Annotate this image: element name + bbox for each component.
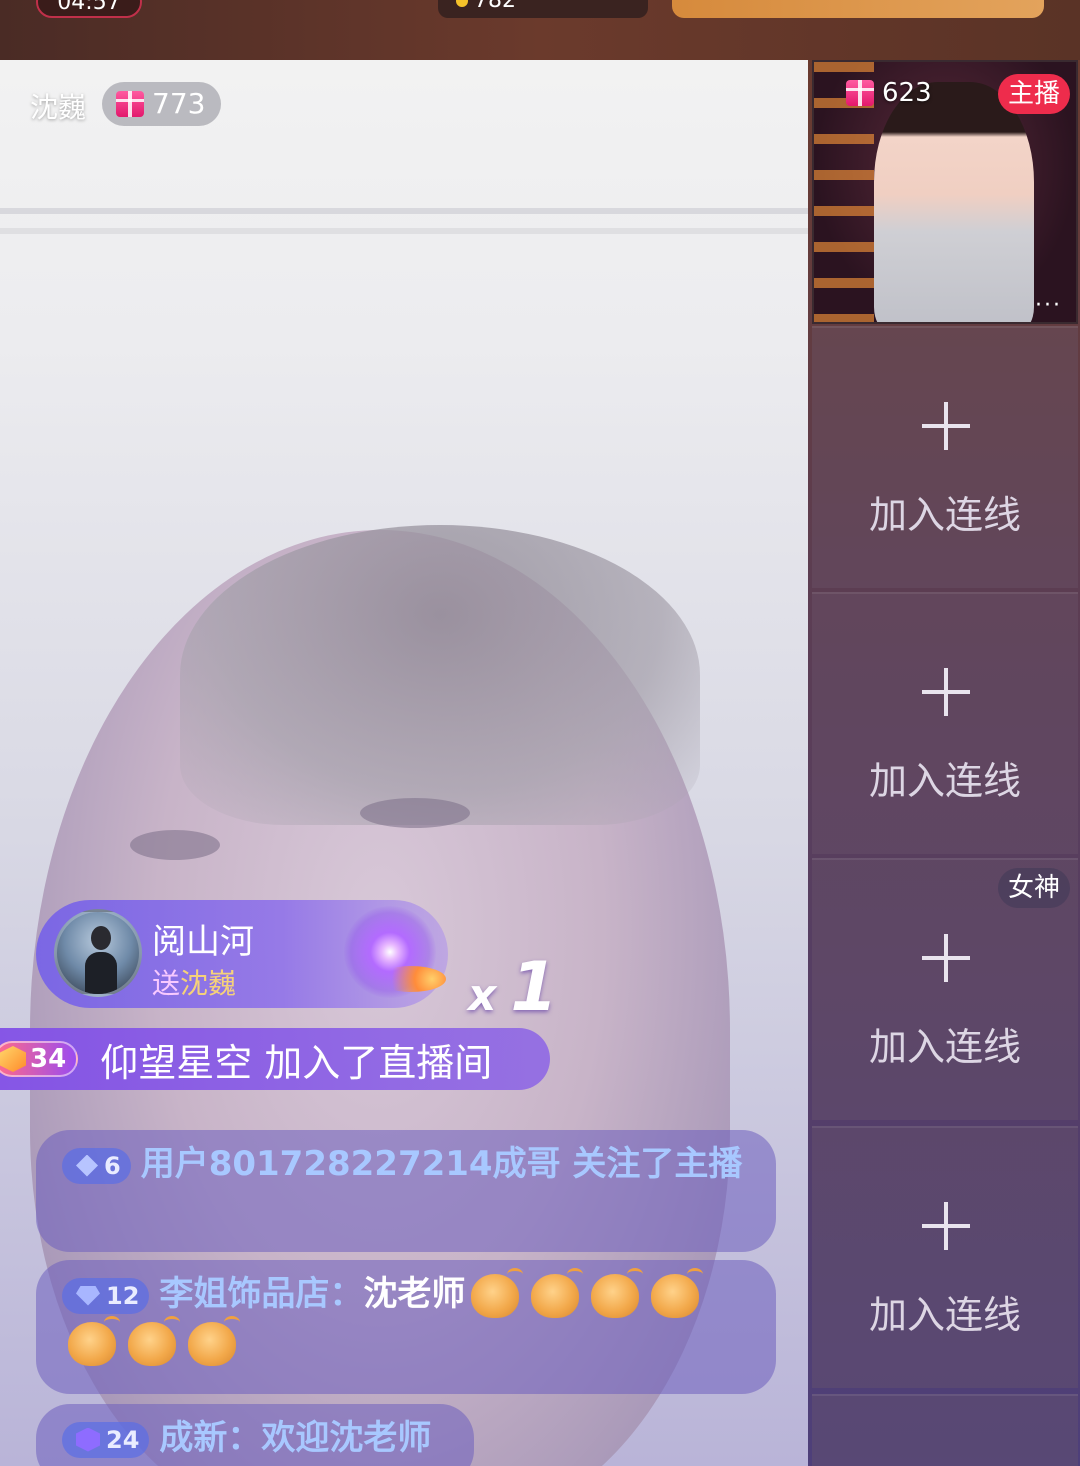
- join-link-slot[interactable]: 加入连线: [812, 326, 1078, 588]
- user-level-badge: 6: [62, 1147, 131, 1184]
- chat-text: 欢迎沈老师: [261, 1418, 432, 1458]
- join-link-label: 加入连线: [868, 1293, 1021, 1337]
- gift-action: 送: [152, 967, 181, 1000]
- live-timer: 04:57: [36, 0, 142, 18]
- hexagon-gem-icon: [76, 1427, 100, 1452]
- coin-count: 782: [474, 0, 516, 13]
- clapping-hands-icon: [188, 1315, 240, 1366]
- multiplier-symbol: x: [468, 970, 497, 1021]
- host-gift-count[interactable]: 773: [102, 82, 222, 126]
- chat-text: 沈老师: [363, 1274, 466, 1314]
- join-text: 仰望星空 加入了直播间: [100, 1040, 493, 1085]
- streamer-eye: [130, 830, 220, 860]
- user-level-badge: 12: [62, 1277, 150, 1314]
- join-link-slot[interactable]: 加入连线: [812, 592, 1078, 854]
- chat-message[interactable]: 12 李姐饰品店：沈老师: [36, 1260, 776, 1394]
- streamer-hair: [180, 525, 700, 825]
- link-mic-panel: 623 主播 ··· 加入连线 加入连线 女神 加入连线 加入连线: [808, 60, 1080, 1466]
- clapping-hands-icon: [651, 1267, 704, 1318]
- background-ceiling: [0, 208, 808, 214]
- guest-gift-count: 623: [846, 78, 932, 108]
- plus-icon: [922, 934, 970, 982]
- follow-message-text: 用户801728227214成哥 关注了主播: [140, 1144, 743, 1184]
- gift-recipient: 送沈巍: [152, 962, 236, 1002]
- clapping-hands-icon: [68, 1315, 120, 1366]
- chat-username[interactable]: 成新：: [159, 1418, 261, 1458]
- user-level: 6: [104, 1151, 121, 1180]
- main-video-stream[interactable]: 沈巍 773 阅山河 送沈巍 x1 34 仰望星空 加入了直播间 6 用户8017…: [0, 60, 808, 1466]
- more-options-icon[interactable]: ···: [1035, 293, 1062, 318]
- avatar[interactable]: [54, 909, 142, 997]
- clapping-hands-icon: [591, 1267, 644, 1318]
- chat-message[interactable]: 24 成新：欢迎沈老师: [36, 1404, 474, 1466]
- guest-video-tile[interactable]: 623 主播 ···: [812, 60, 1078, 324]
- clapping-hands-icon: [471, 1267, 524, 1318]
- join-link-slot[interactable]: 女神 加入连线: [812, 858, 1078, 1120]
- gift-sender-name: 阅山河: [152, 922, 254, 962]
- user-level: 34: [30, 1044, 67, 1074]
- join-link-label: 加入连线: [868, 493, 1021, 537]
- gift-notification: 阅山河 送沈巍: [36, 900, 448, 1008]
- host-name[interactable]: 沈巍: [30, 86, 86, 126]
- join-link-slot[interactable]: 加入连线: [812, 1126, 1078, 1388]
- plus-icon: [922, 668, 970, 716]
- gift-recipient-name: 沈巍: [180, 967, 237, 1000]
- plus-icon: [922, 402, 970, 450]
- guest-streamer: [874, 82, 1034, 322]
- diamond-icon: [76, 1154, 98, 1177]
- plus-icon: [922, 1202, 970, 1250]
- level-hex-icon: [0, 1046, 26, 1072]
- streamer-eye: [360, 798, 470, 828]
- join-link-label: 加入连线: [868, 1025, 1021, 1069]
- background-ceiling: [0, 228, 808, 234]
- user-level-badge: 24: [62, 1421, 150, 1458]
- top-status-strip: 04:57 782: [0, 0, 1080, 60]
- coin-counter[interactable]: 782: [438, 0, 648, 18]
- gem-icon: [76, 1285, 100, 1306]
- chat-username[interactable]: 李姐饰品店：: [159, 1274, 363, 1314]
- guest-gift-count-value: 623: [882, 78, 932, 108]
- coin-icon: [456, 0, 468, 7]
- chat-message[interactable]: 6 用户801728227214成哥 关注了主播: [36, 1130, 776, 1252]
- user-level: 24: [106, 1425, 140, 1454]
- gift-icon: [846, 80, 874, 106]
- host-gift-count-value: 773: [152, 87, 206, 120]
- clapping-hands-icon: [531, 1267, 584, 1318]
- multiplier-value: 1: [510, 948, 558, 1027]
- user-level-badge: 34: [0, 1041, 79, 1077]
- promo-banner[interactable]: [672, 0, 1044, 18]
- firework-tail-icon: [376, 966, 446, 992]
- clapping-hands-icon: [128, 1315, 180, 1366]
- join-link-label: 加入连线: [868, 759, 1021, 803]
- join-link-slot[interactable]: [812, 1394, 1078, 1466]
- user-level: 12: [106, 1281, 140, 1310]
- slot-tag: 女神: [997, 868, 1070, 908]
- join-notification: 34 仰望星空 加入了直播间: [0, 1028, 550, 1090]
- host-role-badge: 主播: [997, 74, 1070, 114]
- gift-multiplier: x1: [468, 948, 558, 1027]
- gift-icon: [116, 91, 144, 117]
